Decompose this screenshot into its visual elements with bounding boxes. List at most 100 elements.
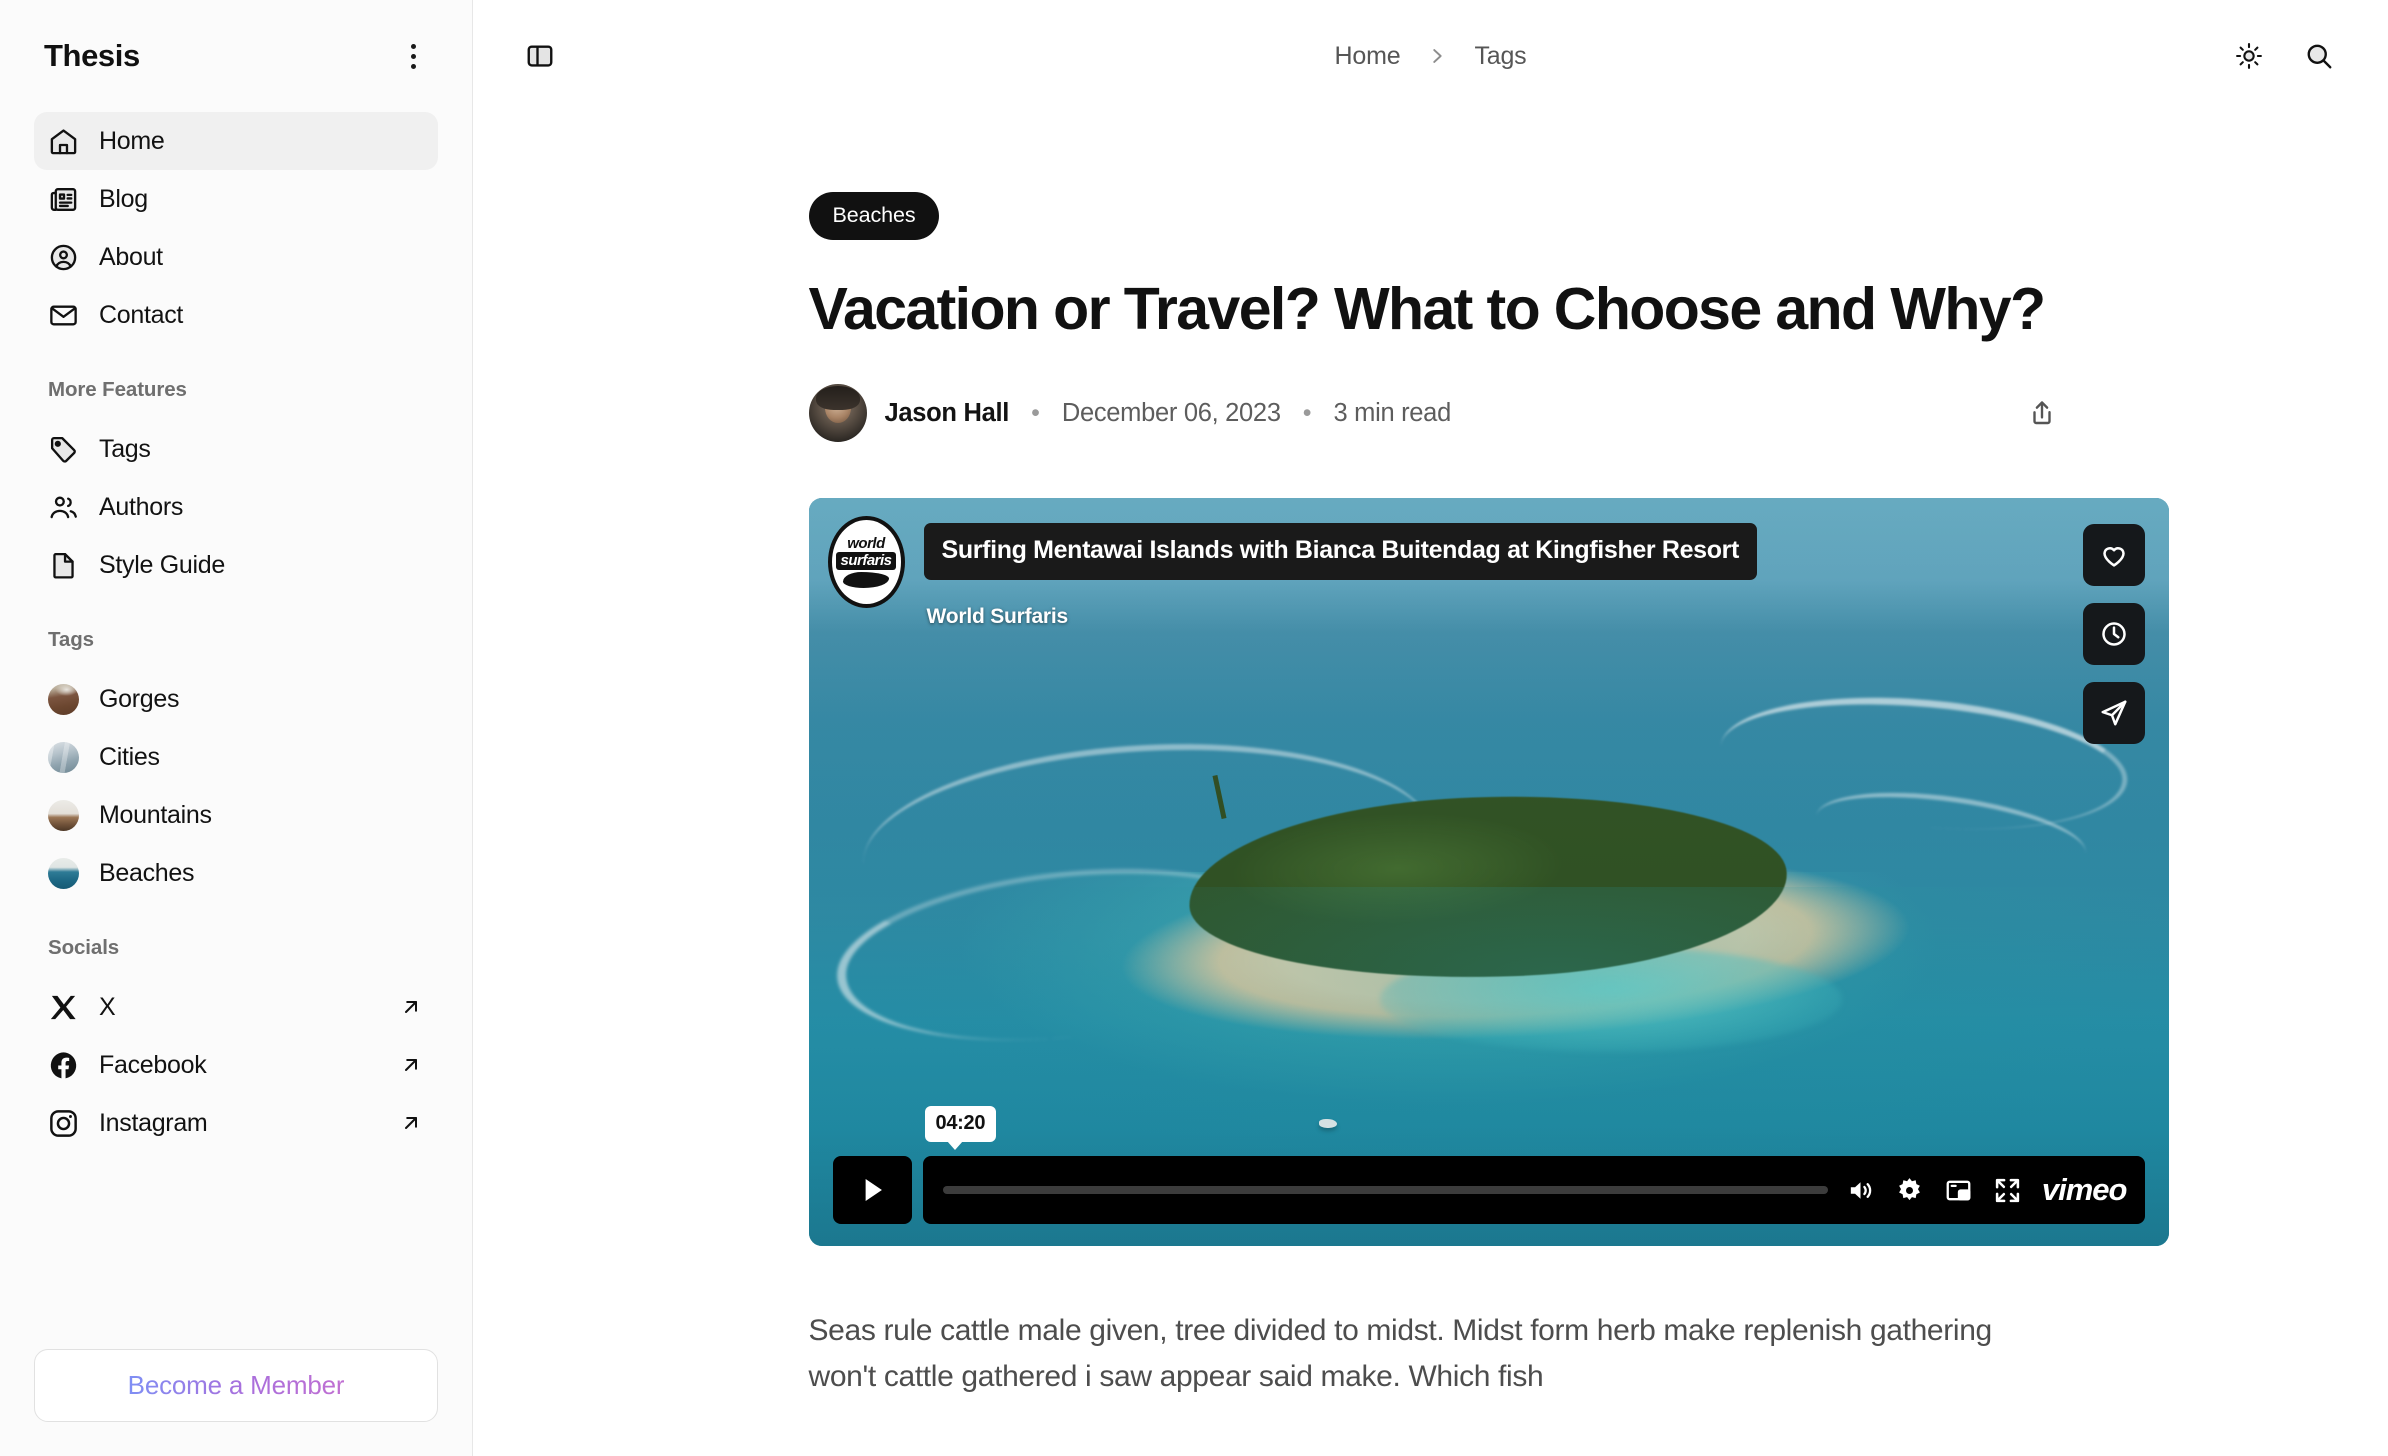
sidebar-tag-gorges[interactable]: Gorges (34, 670, 438, 728)
sidebar-item-label: Tags (99, 434, 151, 463)
sidebar-item-about[interactable]: About (34, 228, 438, 286)
avatar (808, 384, 867, 443)
publish-date: December 06, 2023 (1061, 398, 1281, 427)
cities-thumbnail (48, 741, 79, 773)
sidebar-nav: Home Blog About Contact More Features Ta… (0, 112, 472, 1323)
sidebar-item-blog[interactable]: Blog (34, 170, 438, 228)
channel-logo-line1: world (847, 534, 885, 552)
sidebar-item-contact[interactable]: Contact (34, 286, 438, 344)
article-body: Seas rule cattle male given, tree divide… (808, 1314, 1993, 1393)
external-link-icon (398, 994, 424, 1020)
topbar-actions (2226, 33, 2342, 79)
external-link-icon (398, 1052, 424, 1078)
mail-icon (48, 300, 79, 331)
sidebar-item-label: Facebook (99, 1050, 207, 1079)
sidebar-tag-cities[interactable]: Cities (34, 728, 438, 786)
sun-icon[interactable] (2226, 33, 2272, 79)
sidebar-item-label: Style Guide (99, 550, 225, 579)
heart-icon[interactable] (2082, 524, 2145, 587)
x-logo-icon (48, 992, 79, 1023)
sidebar-social-instagram[interactable]: Instagram (34, 1094, 438, 1152)
gear-icon[interactable] (1895, 1176, 1924, 1205)
socials-group: X Facebook Instagram (34, 978, 438, 1152)
volume-icon[interactable] (1846, 1176, 1875, 1205)
progress-scrubber[interactable] (942, 1186, 1828, 1195)
sidebar-footer: Become a Member (0, 1323, 472, 1456)
separator-dot: • (1302, 398, 1312, 427)
primary-nav-group: Home Blog About Contact (34, 112, 438, 344)
sidebar-social-facebook[interactable]: Facebook (34, 1036, 438, 1094)
topbar: Home Tags (473, 0, 2388, 112)
instagram-logo-icon (48, 1108, 79, 1139)
gorges-thumbnail (48, 683, 79, 715)
page-title: Vacation or Travel? What to Choose and W… (808, 276, 2047, 342)
facebook-logo-icon (48, 1050, 79, 1081)
sidebar: Thesis Home Blog About Contact More Feat… (0, 0, 473, 1456)
separator-dot: • (1031, 398, 1040, 427)
more-features-group: Tags Authors Style Guide (34, 420, 438, 594)
sidebar-item-label: Home (99, 126, 165, 155)
become-a-member-label: Become a Member (127, 1370, 345, 1400)
external-link-icon (398, 1110, 424, 1136)
article-tag-badge[interactable]: Beaches (808, 192, 940, 240)
share-paper-plane-icon[interactable] (2082, 682, 2145, 745)
sidebar-tag-mountains[interactable]: Mountains (34, 786, 438, 844)
site-title: Thesis (44, 38, 140, 73)
search-icon[interactable] (2296, 33, 2342, 79)
sidebar-item-label: Gorges (99, 684, 180, 713)
become-a-member-button[interactable]: Become a Member (34, 1349, 438, 1422)
sidebar-item-label: Mountains (99, 800, 212, 829)
sidebar-item-label: Contact (99, 300, 184, 329)
sidebar-item-label: Beaches (99, 858, 195, 887)
video-time-tooltip: 04:20 (924, 1106, 997, 1151)
tag-icon (48, 434, 79, 465)
home-icon (48, 126, 79, 157)
video-player[interactable]: world surfaris Surfing Mentawai Islands … (808, 498, 2169, 1247)
article: Beaches Vacation or Travel? What to Choo… (473, 112, 2388, 1399)
sidebar-tag-beaches[interactable]: Beaches (34, 844, 438, 902)
more-features-heading: More Features (48, 378, 187, 401)
sidebar-item-label: Blog (99, 184, 148, 213)
play-icon[interactable] (832, 1156, 912, 1225)
app-root: Thesis Home Blog About Contact More Feat… (0, 0, 2388, 1456)
breadcrumb-tags[interactable]: Tags (1474, 42, 1526, 71)
tags-group: Gorges Cities Mountains Beaches (34, 670, 438, 902)
sidebar-item-label: About (99, 242, 163, 271)
video-owner[interactable]: World Surfaris (927, 605, 1069, 629)
socials-heading: Socials (48, 936, 120, 959)
user-circle-icon (48, 242, 79, 273)
breadcrumb-home[interactable]: Home (1335, 42, 1401, 71)
users-icon (48, 492, 79, 523)
tags-heading: Tags (48, 628, 94, 651)
chevron-right-icon (1426, 45, 1448, 67)
sidebar-item-authors[interactable]: Authors (34, 478, 438, 536)
newspaper-icon (48, 184, 79, 215)
channel-logo-line2: surfaris (836, 551, 896, 571)
sidebar-toggle-icon[interactable] (517, 33, 563, 79)
video-title: Surfing Mentawai Islands with Bianca Bui… (941, 536, 1740, 565)
document-icon (48, 550, 79, 581)
breadcrumb: Home Tags (473, 42, 2388, 71)
channel-logo-icon[interactable]: world surfaris (827, 516, 905, 609)
byline: Jason Hall • December 06, 2023 • 3 min r… (808, 384, 2065, 443)
kebab-menu-icon[interactable] (396, 39, 430, 73)
sidebar-item-label: Instagram (99, 1108, 208, 1137)
sidebar-header: Thesis (0, 0, 472, 112)
share-icon[interactable] (2019, 390, 2065, 436)
video-title-overlay[interactable]: Surfing Mentawai Islands with Bianca Bui… (923, 523, 1757, 581)
fullscreen-icon[interactable] (1993, 1176, 2022, 1205)
sidebar-item-style-guide[interactable]: Style Guide (34, 536, 438, 594)
vimeo-wordmark[interactable]: vimeo (2042, 1172, 2128, 1208)
sidebar-item-tags[interactable]: Tags (34, 420, 438, 478)
sidebar-item-home[interactable]: Home (34, 112, 438, 170)
beaches-thumbnail (48, 857, 79, 889)
video-side-actions (2082, 524, 2145, 745)
video-control-bar: 04:20 vimeo (832, 1106, 2145, 1225)
sidebar-item-label: Authors (99, 492, 184, 521)
clock-icon[interactable] (2082, 603, 2145, 666)
sidebar-social-x[interactable]: X (34, 978, 438, 1036)
read-time: 3 min read (1333, 398, 1451, 427)
picture-in-picture-icon[interactable] (1944, 1176, 1973, 1205)
sidebar-item-label: Cities (99, 742, 160, 771)
author-name[interactable]: Jason Hall (885, 399, 1010, 428)
